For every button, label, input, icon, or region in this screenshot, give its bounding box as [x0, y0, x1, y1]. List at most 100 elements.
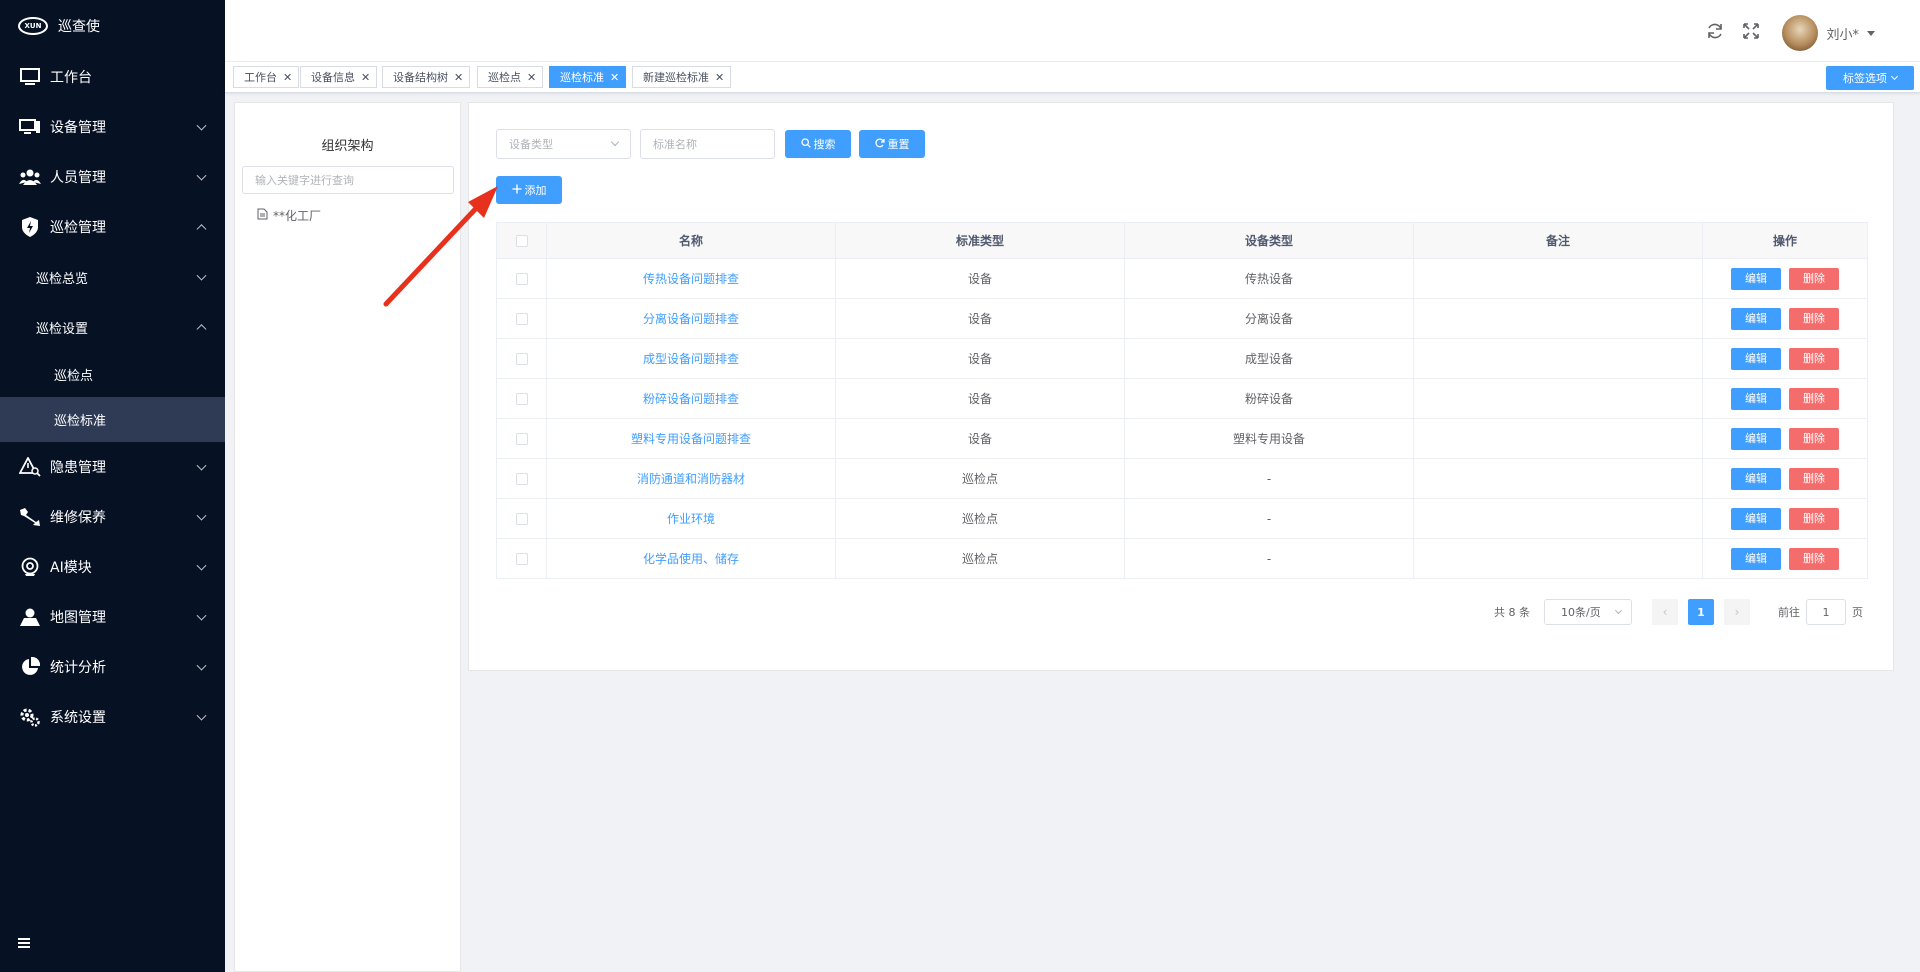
delete-button[interactable]: 删除	[1789, 467, 1839, 490]
standard-type-cell: 设备	[835, 338, 1125, 379]
close-icon[interactable]: ✕	[283, 71, 292, 84]
edit-button[interactable]: 编辑	[1731, 387, 1781, 410]
device-type-select[interactable]: 设备类型	[496, 129, 631, 159]
close-icon[interactable]: ✕	[527, 71, 536, 84]
sidebar-item-hazard-management[interactable]: 隐患管理	[0, 442, 225, 492]
row-checkbox[interactable]	[515, 433, 528, 445]
row-checkbox[interactable]	[515, 393, 528, 405]
delete-button[interactable]: 删除	[1789, 267, 1839, 290]
tag-workbench[interactable]: 工作台 ✕	[233, 66, 300, 88]
sidebar-item-statistics[interactable]: 统计分析	[0, 642, 225, 692]
sidebar-item-inspection-point[interactable]: 巡检点	[0, 352, 225, 397]
standard-name-link[interactable]: 化学品使用、储存	[546, 538, 836, 579]
sidebar-item-map-management[interactable]: 地图管理	[0, 592, 225, 642]
delete-button[interactable]: 删除	[1789, 387, 1839, 410]
chevron-down-icon	[610, 137, 620, 147]
user-menu[interactable]: 刘小*	[1782, 15, 1875, 51]
next-page-button[interactable]: ›	[1724, 599, 1750, 625]
chevron-down-icon	[196, 460, 207, 471]
row-checkbox[interactable]	[515, 473, 528, 485]
app-logo[interactable]: XUN 巡查使	[0, 0, 225, 52]
avatar[interactable]	[1782, 15, 1819, 51]
standard-name-link[interactable]: 作业环境	[546, 498, 836, 539]
tree-node[interactable]: **化工厂	[257, 207, 321, 224]
sidebar-item-label: 巡检点	[54, 369, 94, 384]
pie-chart-icon	[18, 657, 42, 677]
sidebar-item-personnel-management[interactable]: 人员管理	[0, 152, 225, 202]
edit-button[interactable]: 编辑	[1731, 307, 1781, 330]
edit-button[interactable]: 编辑	[1731, 427, 1781, 450]
chevron-down-icon	[196, 510, 207, 521]
tag-new-inspection-standard[interactable]: 新建巡检标准 ✕	[632, 66, 732, 88]
sidebar-item-device-management[interactable]: 设备管理	[0, 102, 225, 152]
close-icon[interactable]: ✕	[715, 71, 724, 84]
sidebar-item-inspection-overview[interactable]: 巡检总览	[0, 252, 225, 302]
standard-name-input[interactable]: 标准名称	[640, 129, 775, 159]
sidebar-item-inspection-management[interactable]: 巡检管理	[0, 202, 225, 252]
standard-type-cell: 巡检点	[835, 458, 1125, 499]
refresh-icon[interactable]	[1706, 22, 1724, 44]
close-icon[interactable]: ✕	[610, 71, 619, 84]
row-checkbox-cell	[496, 258, 547, 299]
tag-device-info[interactable]: 设备信息 ✕	[300, 66, 378, 88]
tag-options-button[interactable]: 标签选项	[1826, 66, 1914, 90]
edit-button[interactable]: 编辑	[1731, 507, 1781, 530]
standard-name-link[interactable]: 成型设备问题排查	[546, 338, 836, 379]
delete-button[interactable]: 删除	[1789, 427, 1839, 450]
standard-type-cell: 巡检点	[835, 498, 1125, 539]
row-checkbox[interactable]	[515, 353, 528, 365]
delete-button[interactable]: 删除	[1789, 507, 1839, 530]
close-icon[interactable]: ✕	[361, 71, 370, 84]
tree-search-input[interactable]: 输入关键字进行查询	[242, 166, 454, 194]
sidebar-item-inspection-settings[interactable]: 巡检设置	[0, 302, 225, 352]
actions-cell: 编辑 删除	[1702, 258, 1868, 299]
sidebar-item-label: 巡检标准	[54, 414, 107, 429]
standard-name-link[interactable]: 分离设备问题排查	[546, 298, 836, 339]
close-icon[interactable]: ✕	[454, 71, 463, 84]
sidebar-item-system-settings[interactable]: 系统设置	[0, 692, 225, 742]
tag-inspection-point[interactable]: 巡检点 ✕	[477, 66, 544, 88]
delete-button[interactable]: 删除	[1789, 307, 1839, 330]
actions-cell: 编辑 删除	[1702, 298, 1868, 339]
remark-cell	[1413, 498, 1703, 539]
tag-inspection-standard[interactable]: 巡检标准 ✕	[549, 66, 627, 88]
standard-name-link[interactable]: 传热设备问题排查	[546, 258, 836, 299]
row-checkbox[interactable]	[515, 313, 528, 325]
org-tree-panel: 组织架构 输入关键字进行查询 **化工厂	[234, 102, 461, 972]
row-checkbox[interactable]	[515, 273, 528, 285]
sidebar-item-workbench[interactable]: 工作台	[0, 52, 225, 102]
device-type-cell: 粉碎设备	[1124, 378, 1414, 419]
reset-button[interactable]: 重置	[859, 130, 925, 158]
edit-button[interactable]: 编辑	[1731, 267, 1781, 290]
sidebar-item-maintenance[interactable]: 维修保养	[0, 492, 225, 542]
row-checkbox[interactable]	[515, 513, 528, 525]
select-all-checkbox[interactable]	[515, 235, 528, 247]
standard-name-link[interactable]: 消防通道和消防器材	[546, 458, 836, 499]
row-checkbox[interactable]	[515, 553, 528, 565]
standard-name-link[interactable]: 粉碎设备问题排查	[546, 378, 836, 419]
actions-cell: 编辑 删除	[1702, 458, 1868, 499]
delete-button[interactable]: 删除	[1789, 547, 1839, 570]
table-body: 传热设备问题排查 设备 传热设备 编辑 删除 分离设备问题排查 设备 分离设备 编辑 删除 成型设备…	[496, 258, 1868, 579]
add-button[interactable]: 添加	[496, 176, 562, 204]
tree-node-label: **化工厂	[273, 209, 322, 223]
prev-page-button[interactable]: ‹	[1652, 599, 1678, 625]
fullscreen-icon[interactable]	[1742, 22, 1760, 44]
goto-page-input[interactable]: 1	[1806, 599, 1846, 625]
edit-button[interactable]: 编辑	[1731, 467, 1781, 490]
chevron-up-icon	[196, 224, 207, 235]
delete-button[interactable]: 删除	[1789, 347, 1839, 370]
sidebar-item-inspection-standard[interactable]: 巡检标准	[0, 397, 225, 442]
collapse-menu-icon[interactable]	[18, 938, 30, 948]
page-size-select[interactable]: 10条/页	[1544, 599, 1632, 625]
tag-device-structure-tree[interactable]: 设备结构树 ✕	[382, 66, 471, 88]
search-button[interactable]: 搜索	[785, 130, 851, 158]
table-row: 成型设备问题排查 设备 成型设备 编辑 删除	[496, 338, 1868, 379]
table-header-row: 名称 标准类型 设备类型 备注 操作	[496, 222, 1868, 259]
edit-button[interactable]: 编辑	[1731, 547, 1781, 570]
edit-button[interactable]: 编辑	[1731, 347, 1781, 370]
standard-name-link[interactable]: 塑料专用设备问题排查	[546, 418, 836, 459]
sidebar-item-label: 巡检管理	[50, 220, 106, 236]
page-number-current[interactable]: 1	[1688, 599, 1714, 625]
sidebar-item-ai-module[interactable]: AI模块	[0, 542, 225, 592]
